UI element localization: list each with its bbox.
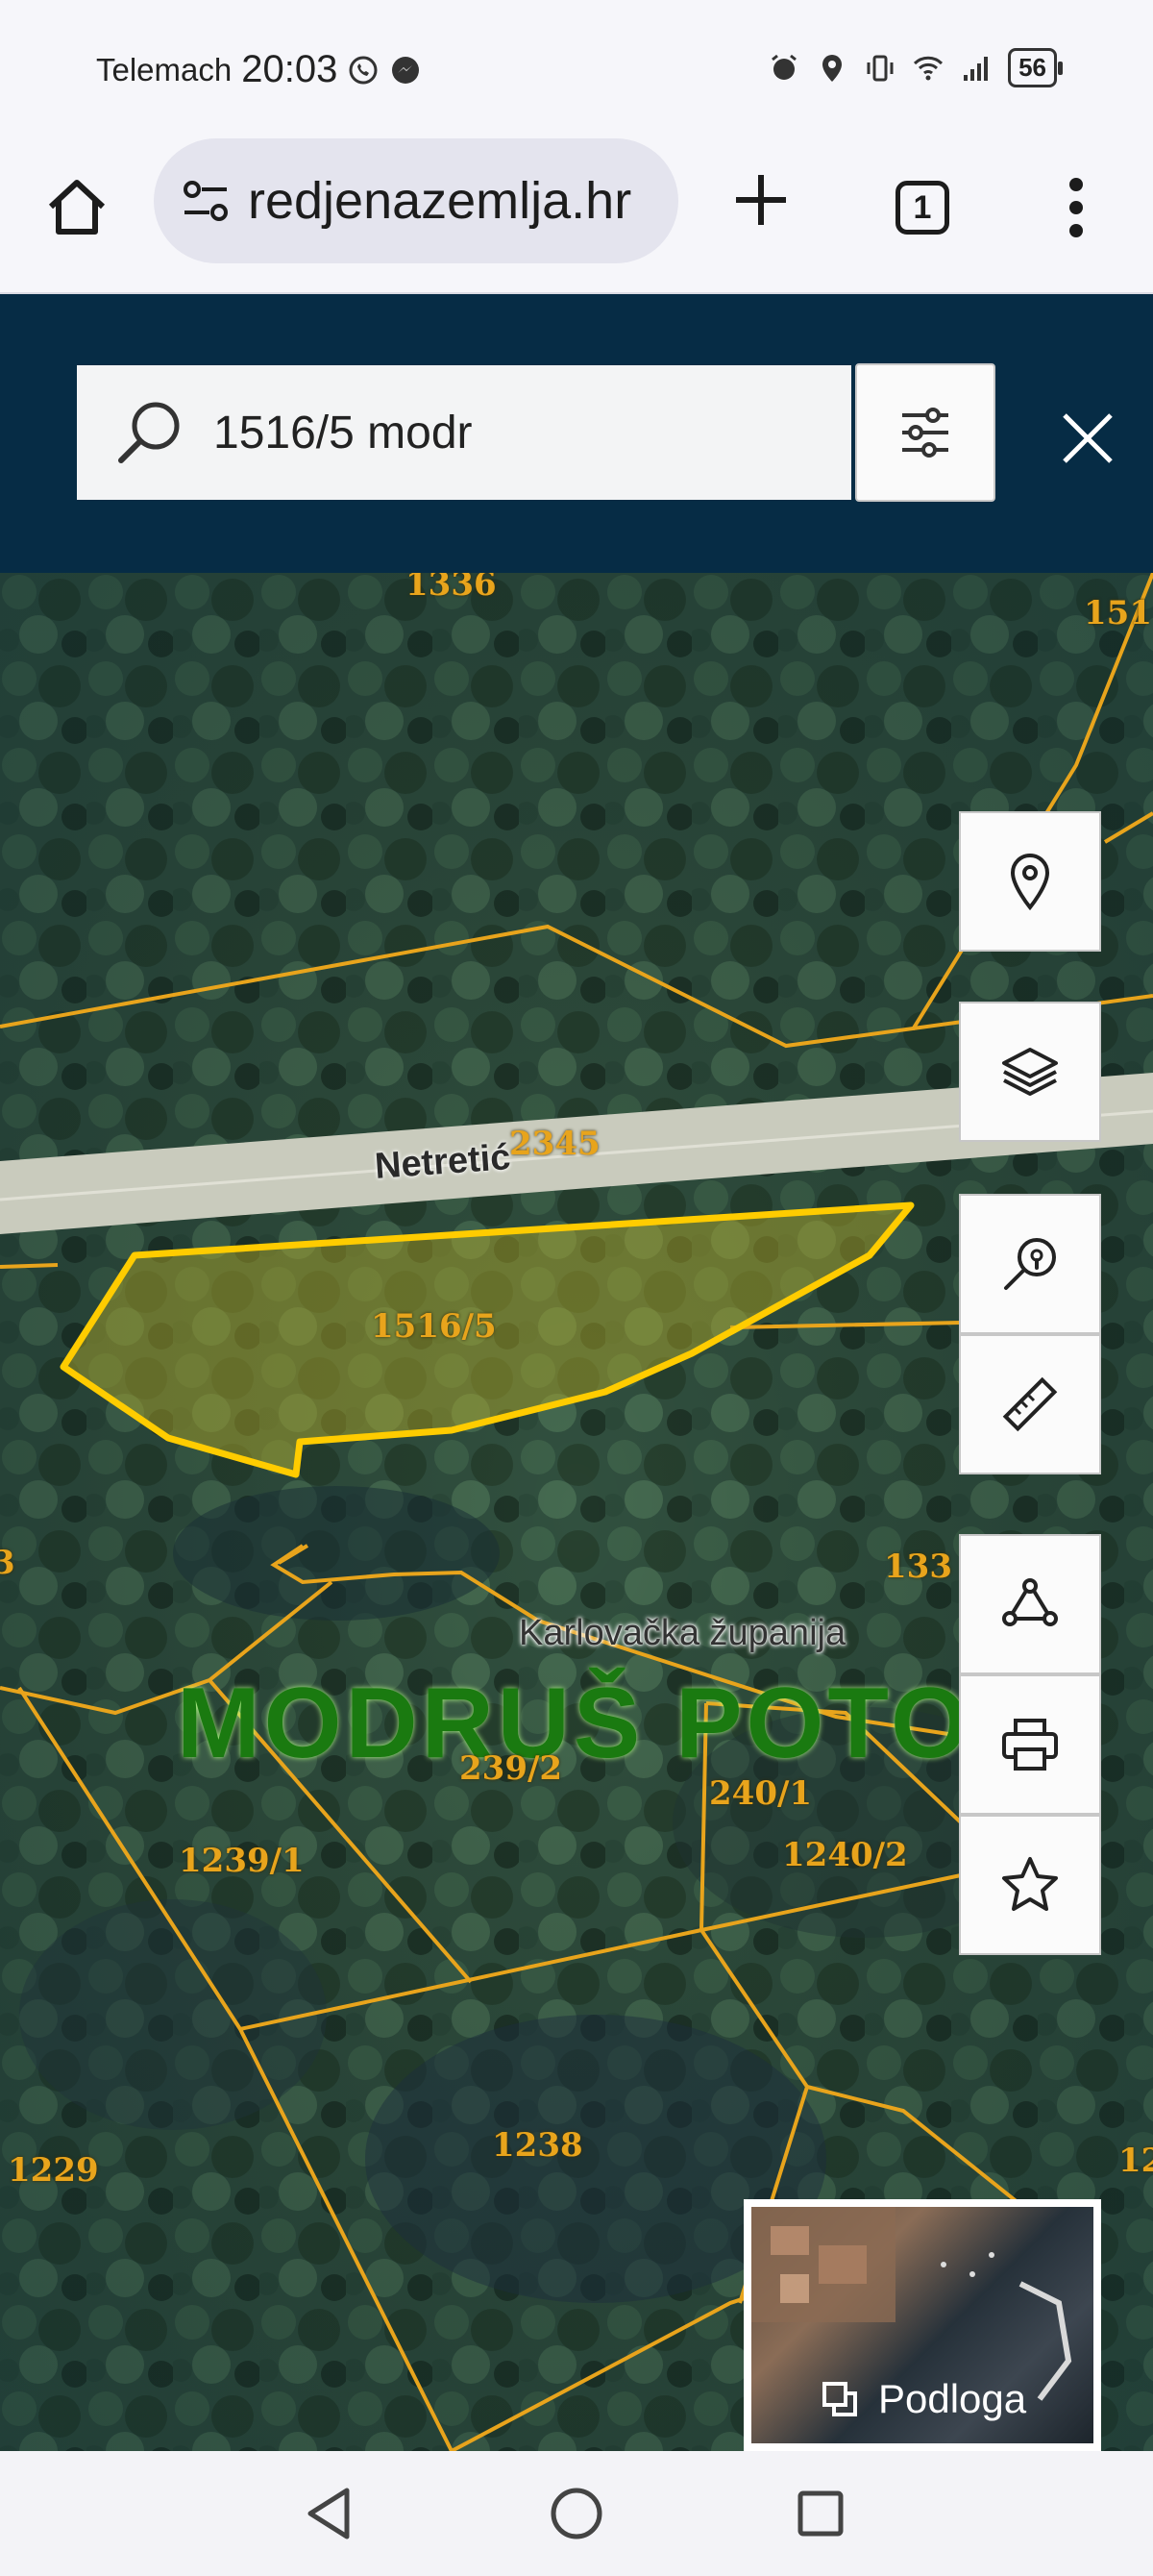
back-triangle-icon [307,2488,350,2539]
home-icon [48,180,106,235]
area-label: MODRUŠ POTOK [177,1668,1049,1779]
system-nav-bar [0,2451,1153,2576]
messenger-icon [392,56,420,84]
search-location-button[interactable] [959,1194,1101,1334]
status-bar: Telemach 20:03 56 [0,0,1153,135]
carrier-name: Telemach [96,51,233,87]
search-icon [118,402,180,463]
basemap-label: Podloga [878,2376,1027,2421]
signal-icon [964,56,989,81]
parcel-label: 1240/2 [782,1836,908,1874]
measure-button[interactable] [959,1334,1101,1474]
favorite-button[interactable] [959,1815,1101,1955]
alarm-icon [772,54,797,80]
new-tab-button[interactable] [723,161,799,238]
url-text: redjenazemlja.hr [248,172,632,230]
whatsapp-icon [349,56,378,84]
browser-toolbar: redjenazemlja.hr 1 [0,135,1153,294]
parcel-label: 239/2 [459,1749,563,1788]
back-button[interactable] [290,2480,367,2547]
parcel-label: 133 [884,1548,952,1586]
parcel-label: 1336 [405,573,497,604]
vibrate-icon [867,55,894,81]
tab-count: 1 [895,181,949,235]
address-bar[interactable]: redjenazemlja.hr [154,138,678,263]
county-label: Karlovačka županija [519,1613,846,1653]
parcel-label: 151 [1084,594,1152,632]
sliders-icon [902,408,948,458]
filter-button[interactable] [855,363,995,502]
plus-icon [736,175,786,225]
battery-indicator: 56 [1008,48,1063,87]
parcel-label: 1239/1 [179,1842,305,1880]
selected-parcel-label: 1516/5 [371,1307,497,1346]
draw-polygon-button[interactable] [959,1534,1101,1674]
close-icon [1063,413,1113,463]
parcel-label: 2345 [509,1125,601,1163]
basemap-label-group: Podloga [819,2376,1026,2422]
close-search-button[interactable] [1049,400,1126,477]
print-button[interactable] [959,1674,1101,1815]
more-vert-icon [1069,178,1083,237]
search-header [0,294,1153,573]
home-circle-icon [551,2488,602,2539]
recents-button[interactable] [782,2480,859,2547]
tab-switcher-button[interactable]: 1 [884,169,961,246]
wifi-icon [914,56,944,80]
map-pin-icon [1010,853,1050,911]
browser-menu-button[interactable] [1038,169,1115,246]
basemap-switcher[interactable]: Podloga [744,2199,1101,2451]
search-box[interactable] [77,365,851,500]
home-button[interactable] [38,169,115,246]
home-nav-button[interactable] [538,2480,615,2547]
parcel-label: 1229 [8,2151,99,2190]
layers-icon [1002,1048,1058,1096]
basemap-icon [822,2382,857,2416]
polygon-icon [1002,1578,1058,1626]
layers-button[interactable] [959,1002,1101,1142]
star-icon [1002,1857,1058,1911]
parcel-label: 240/1 [709,1774,813,1813]
location-status-icon [822,54,843,82]
parcel-label: 1238 [492,2126,583,2165]
clock: 20:03 [241,48,338,90]
ruler-icon [1002,1376,1058,1432]
search-input[interactable] [213,406,790,459]
recents-square-icon [797,2490,844,2537]
site-settings-icon[interactable] [179,174,233,228]
search-location-icon [1004,1238,1056,1290]
printer-icon [1002,1719,1058,1771]
locate-button[interactable] [959,811,1101,952]
parcel-label: 12 [1118,2142,1153,2180]
map-view[interactable]: 1336 151 2345 Netretić 1516/5 133 Karlov… [0,573,1153,2451]
parcel-label: 3 [0,1544,15,1582]
